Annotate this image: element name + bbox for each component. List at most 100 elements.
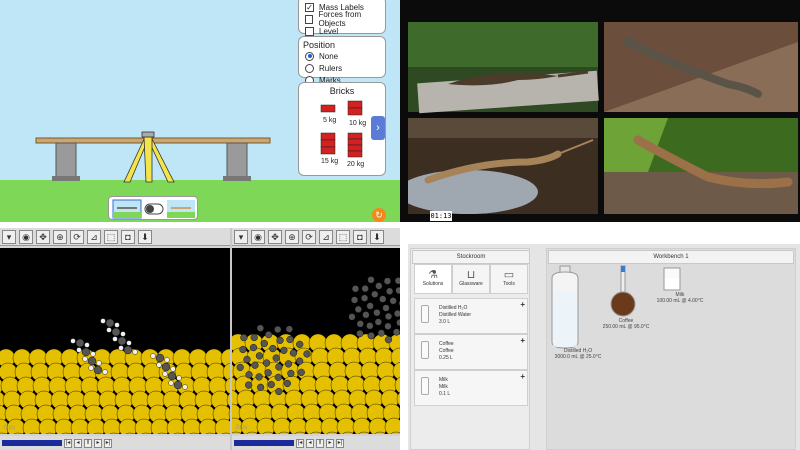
zoom-icon[interactable]: ⊕ bbox=[53, 229, 67, 244]
mode-toggle-icons bbox=[112, 199, 195, 219]
bottle-icon bbox=[421, 305, 429, 323]
reset-button[interactable]: ↻ bbox=[372, 208, 386, 222]
play-icon[interactable]: ▸ bbox=[94, 438, 102, 448]
playback-slider[interactable] bbox=[2, 440, 62, 446]
brick-label: 5 kg bbox=[323, 117, 337, 124]
select-icon[interactable]: ⬚ bbox=[336, 229, 350, 244]
flask-icon: ⚗ bbox=[428, 269, 438, 281]
molecule-canvas-left[interactable] bbox=[0, 248, 230, 434]
playback-slider[interactable] bbox=[234, 440, 294, 446]
add-icon[interactable]: + bbox=[520, 336, 525, 345]
bottle-icon bbox=[421, 341, 429, 359]
pause-icon[interactable]: ‖ bbox=[316, 438, 324, 448]
radio-icon[interactable] bbox=[305, 63, 314, 73]
balancing-act-sim: ✓ Mass Labels Forces from Objects Level P… bbox=[0, 0, 400, 222]
tools-icon: ▭ bbox=[503, 269, 515, 281]
last-frame-icon[interactable]: ▸| bbox=[104, 438, 112, 448]
move-icon[interactable]: ✥ bbox=[36, 229, 50, 244]
checkbox-icon[interactable]: ✓ bbox=[305, 2, 314, 12]
camera-icon[interactable]: ◘ bbox=[353, 229, 367, 244]
volumetric-flask-icon bbox=[610, 265, 636, 317]
stock-item-water[interactable]: + Distilled H₂O Distilled Water 3.0 L bbox=[414, 298, 528, 334]
beaker-icon: ⊔ bbox=[466, 269, 476, 281]
play-icon[interactable]: ▸ bbox=[326, 438, 334, 448]
save-icon[interactable]: ⬇ bbox=[370, 229, 384, 244]
lizard-photo-bottom-right bbox=[604, 118, 798, 214]
position-panel: Position None Rulers Marks bbox=[298, 36, 386, 85]
save-icon[interactable]: ⬇ bbox=[138, 229, 152, 244]
playback-controls: |◂ ◂ ‖ ▸ ▸| bbox=[232, 436, 400, 450]
add-icon[interactable]: + bbox=[520, 300, 525, 309]
tab-solutions[interactable]: ⚗ Solutions bbox=[414, 264, 452, 294]
first-frame-icon[interactable]: |◂ bbox=[296, 438, 304, 448]
lizard-photo-top-right bbox=[604, 22, 798, 112]
right-support-column bbox=[226, 142, 248, 179]
molecule-viewer-right: ▾ ◉ ✥ ⊕ ⟳ ⊿ ⬚ ◘ ⬇ 0 ps |◂ ◂ ‖ ▸ ▸| bbox=[232, 228, 400, 450]
carboy-icon bbox=[551, 265, 579, 349]
brick-15kg bbox=[320, 132, 336, 155]
bottle-icon bbox=[421, 377, 429, 395]
select-icon[interactable]: ⬚ bbox=[104, 229, 118, 244]
camera-icon[interactable]: ◘ bbox=[121, 229, 135, 244]
workbench-label-water: Distilled H₂O 3000.0 mL @ 25.0°C bbox=[554, 348, 602, 360]
frame-label: 0 ps bbox=[236, 425, 248, 431]
checkbox-icon[interactable] bbox=[305, 14, 314, 24]
lizard-photo-top-left bbox=[408, 22, 599, 114]
move-icon[interactable]: ✥ bbox=[268, 229, 282, 244]
beaker-icon bbox=[663, 267, 681, 291]
workbench-label-milk: Milk 100.00 mL @ 4.00°C bbox=[656, 292, 704, 304]
molecule-canvas-right[interactable] bbox=[232, 248, 400, 434]
workbench-glassware bbox=[551, 265, 681, 349]
molecule-viewers: ▾ ◉ ✥ ⊕ ⟳ ⊿ ⬚ ◘ ⬇ 0 ps |◂ ◂ ‖ ▸ ▸| ▾ ◉ ✥… bbox=[0, 228, 400, 450]
brick-label: 15 kg bbox=[321, 158, 339, 165]
mode-toggle[interactable] bbox=[108, 196, 198, 220]
reset-icon: ↻ bbox=[375, 210, 383, 220]
measure-icon[interactable]: ⊿ bbox=[87, 229, 101, 244]
checkbox-icon[interactable] bbox=[305, 26, 314, 36]
dropdown-icon[interactable]: ▾ bbox=[2, 229, 16, 244]
position-title: Position bbox=[303, 40, 336, 50]
dropdown-icon[interactable]: ▾ bbox=[234, 229, 248, 244]
lizard-photo-bottom-left bbox=[408, 118, 598, 214]
next-page-button[interactable]: › bbox=[371, 116, 385, 140]
prev-frame-icon[interactable]: ◂ bbox=[306, 438, 314, 448]
molecule-viewer-left: ▾ ◉ ✥ ⊕ ⟳ ⊿ ⬚ ◘ ⬇ 0 ps |◂ ◂ ‖ ▸ ▸| bbox=[0, 228, 230, 450]
stockroom-tabs: ⚗ Solutions ⊔ Glassware ▭ Tools bbox=[414, 264, 528, 294]
position-rulers-option[interactable]: Rulers bbox=[299, 62, 385, 74]
first-frame-icon[interactable]: |◂ bbox=[64, 438, 72, 448]
prev-frame-icon[interactable]: ◂ bbox=[74, 438, 82, 448]
brick-20kg bbox=[347, 132, 363, 158]
position-none-option[interactable]: None bbox=[299, 50, 385, 62]
pause-icon[interactable]: ‖ bbox=[84, 438, 92, 448]
tab-tools[interactable]: ▭ Tools bbox=[490, 264, 528, 294]
zoom-icon[interactable]: ⊕ bbox=[285, 229, 299, 244]
frame-label: 0 ps bbox=[4, 425, 16, 431]
viewer-toolbar: ▾ ◉ ✥ ⊕ ⟳ ⊿ ⬚ ◘ ⬇ bbox=[0, 228, 230, 246]
brick-label: 10 kg bbox=[349, 120, 367, 127]
add-icon[interactable]: + bbox=[520, 372, 525, 381]
labels-panel: ✓ Mass Labels Forces from Objects Level bbox=[298, 0, 386, 36]
rotate-icon[interactable]: ⟳ bbox=[302, 229, 316, 244]
brick-10kg bbox=[347, 100, 363, 116]
stock-item-coffee[interactable]: + Coffee Coffee 0.25 L bbox=[414, 334, 528, 370]
stock-item-milk[interactable]: + Milk Milk 0.1 L bbox=[414, 370, 528, 406]
lizard-photo-grid bbox=[408, 22, 798, 214]
radio-icon[interactable] bbox=[305, 51, 314, 61]
left-support-column bbox=[55, 142, 77, 179]
eye-icon[interactable]: ◉ bbox=[251, 229, 265, 244]
stockroom-title: Stockroom bbox=[412, 250, 530, 264]
video-timecode: 01:13 bbox=[430, 211, 452, 221]
workbench-label-coffee: Coffee 250.00 mL @ 95.0°C bbox=[602, 318, 650, 330]
playback-controls: |◂ ◂ ‖ ▸ ▸| bbox=[0, 436, 230, 450]
measure-icon[interactable]: ⊿ bbox=[319, 229, 333, 244]
lizard-video[interactable] bbox=[400, 0, 800, 222]
chevron-right-icon: › bbox=[376, 122, 380, 134]
last-frame-icon[interactable]: ▸| bbox=[336, 438, 344, 448]
brick-5kg bbox=[320, 104, 336, 113]
tab-glassware[interactable]: ⊔ Glassware bbox=[452, 264, 490, 294]
bricks-title: Bricks bbox=[329, 86, 355, 96]
eye-icon[interactable]: ◉ bbox=[19, 229, 33, 244]
forces-from-objects-option[interactable]: Forces from Objects bbox=[299, 10, 385, 28]
brick-label: 20 kg bbox=[347, 161, 365, 168]
rotate-icon[interactable]: ⟳ bbox=[70, 229, 84, 244]
